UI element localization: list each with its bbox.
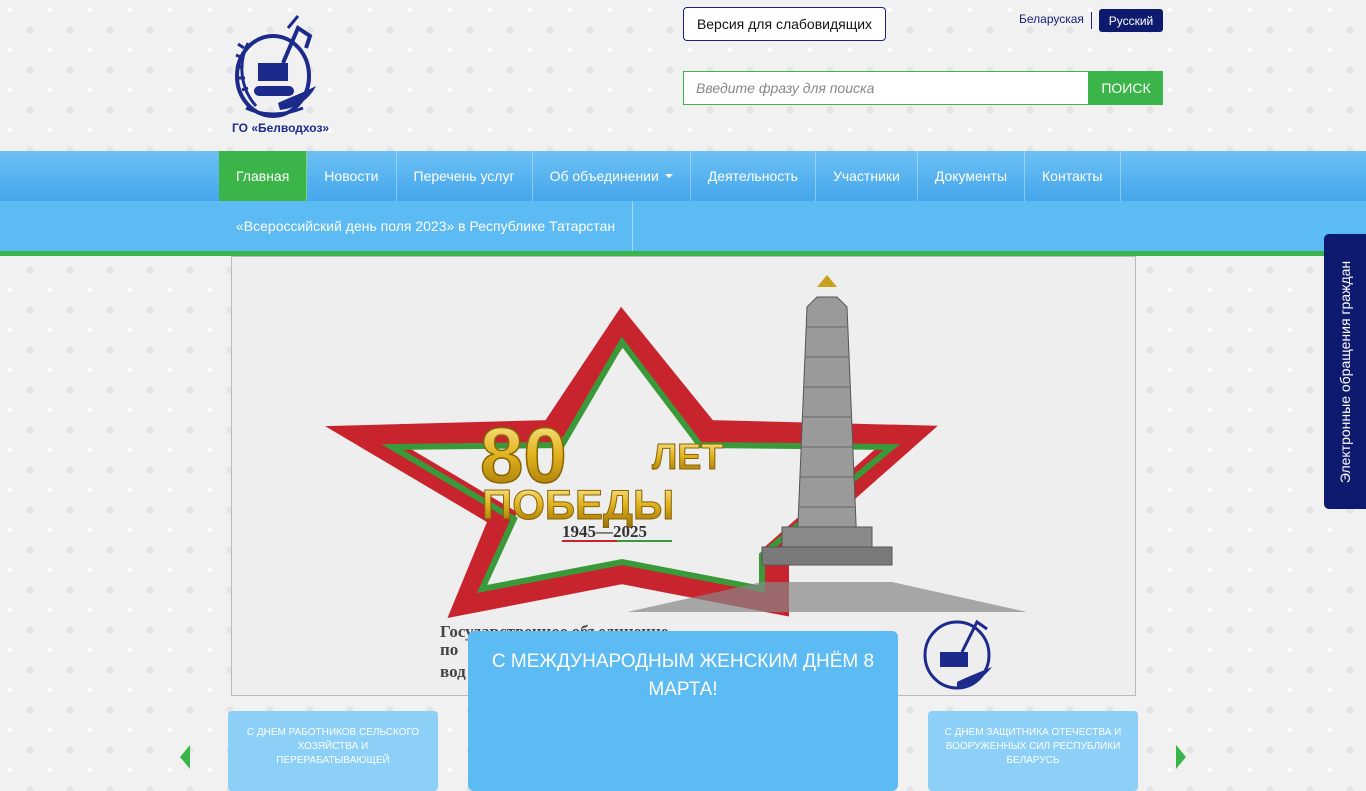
nav-item-members[interactable]: Участники bbox=[816, 151, 918, 201]
e-appeals-side-tab[interactable]: Электронные обращения граждан bbox=[1324, 234, 1366, 509]
banner-word-victory: ПОБЕДЫ bbox=[482, 481, 674, 528]
banner-caption-line-3: вод bbox=[440, 662, 466, 681]
hero-banner[interactable]: 80 ЛЕТ ПОБЕДЫ 1945—2025 Государственное … bbox=[231, 256, 1136, 696]
language-russian-button[interactable]: Русский bbox=[1099, 9, 1163, 32]
search-button[interactable]: ПОИСК bbox=[1089, 71, 1163, 105]
slider-active-title: С МЕЖДУНАРОДНЫМ ЖЕНСКИМ ДНЁМ 8 МАРТА! bbox=[491, 651, 875, 700]
nav-item-news[interactable]: Новости bbox=[307, 151, 397, 201]
nav-item-services[interactable]: Перечень услуг bbox=[397, 151, 533, 201]
nav-item-contacts[interactable]: Контакты bbox=[1025, 151, 1121, 201]
slider-card-defender-day[interactable]: С ДНЕМ ЗАЩИТНИКА ОТЕЧЕСТВА И ВООРУЖЕННЫХ… bbox=[928, 711, 1138, 791]
banner-caption-line-2: по bbox=[440, 640, 458, 659]
nav-item-documents[interactable]: Документы bbox=[918, 151, 1026, 201]
nav-item-about[interactable]: Об объединении bbox=[533, 151, 691, 201]
banner-years: 1945—2025 bbox=[562, 522, 647, 541]
slider-card-agriculture-day[interactable]: С ДНЕМ РАБОТНИКОВ СЕЛЬСКОГО ХОЗЯЙСТВА И … bbox=[228, 711, 438, 791]
banner-logo-icon bbox=[923, 619, 992, 690]
nav-item-about-label: Об объединении bbox=[549, 168, 659, 184]
nav-item-activity[interactable]: Деятельность bbox=[691, 151, 816, 201]
logo-text: ГО «Белводхоз» bbox=[232, 121, 330, 135]
low-vision-button[interactable]: Версия для слабовидящих bbox=[683, 7, 886, 41]
language-belarusian-link[interactable]: Беларуская bbox=[1019, 12, 1092, 29]
banner-word-years: ЛЕТ bbox=[652, 436, 723, 477]
nav-item-home[interactable]: Главная bbox=[219, 151, 308, 201]
e-appeals-label: Электронные обращения граждан bbox=[1337, 260, 1353, 484]
slider-prev-arrow-icon[interactable] bbox=[180, 745, 190, 769]
slider-next-arrow-icon[interactable] bbox=[1176, 745, 1186, 769]
secondary-navigation: «Всероссийский день поля 2023» в Республ… bbox=[0, 201, 1366, 251]
subnav-item-field-day[interactable]: «Всероссийский день поля 2023» в Республ… bbox=[219, 201, 634, 251]
chevron-down-icon bbox=[664, 174, 673, 178]
main-navigation: Главная Новости Перечень услуг Об объеди… bbox=[0, 151, 1366, 201]
site-header: ГО «Белводхоз» Версия для слабовидящих Б… bbox=[0, 0, 1366, 151]
search-input[interactable]: Введите фразу для поиска bbox=[683, 71, 1089, 105]
slider-active-card[interactable]: С МЕЖДУНАРОДНЫМ ЖЕНСКИМ ДНЁМ 8 МАРТА! bbox=[468, 631, 898, 791]
